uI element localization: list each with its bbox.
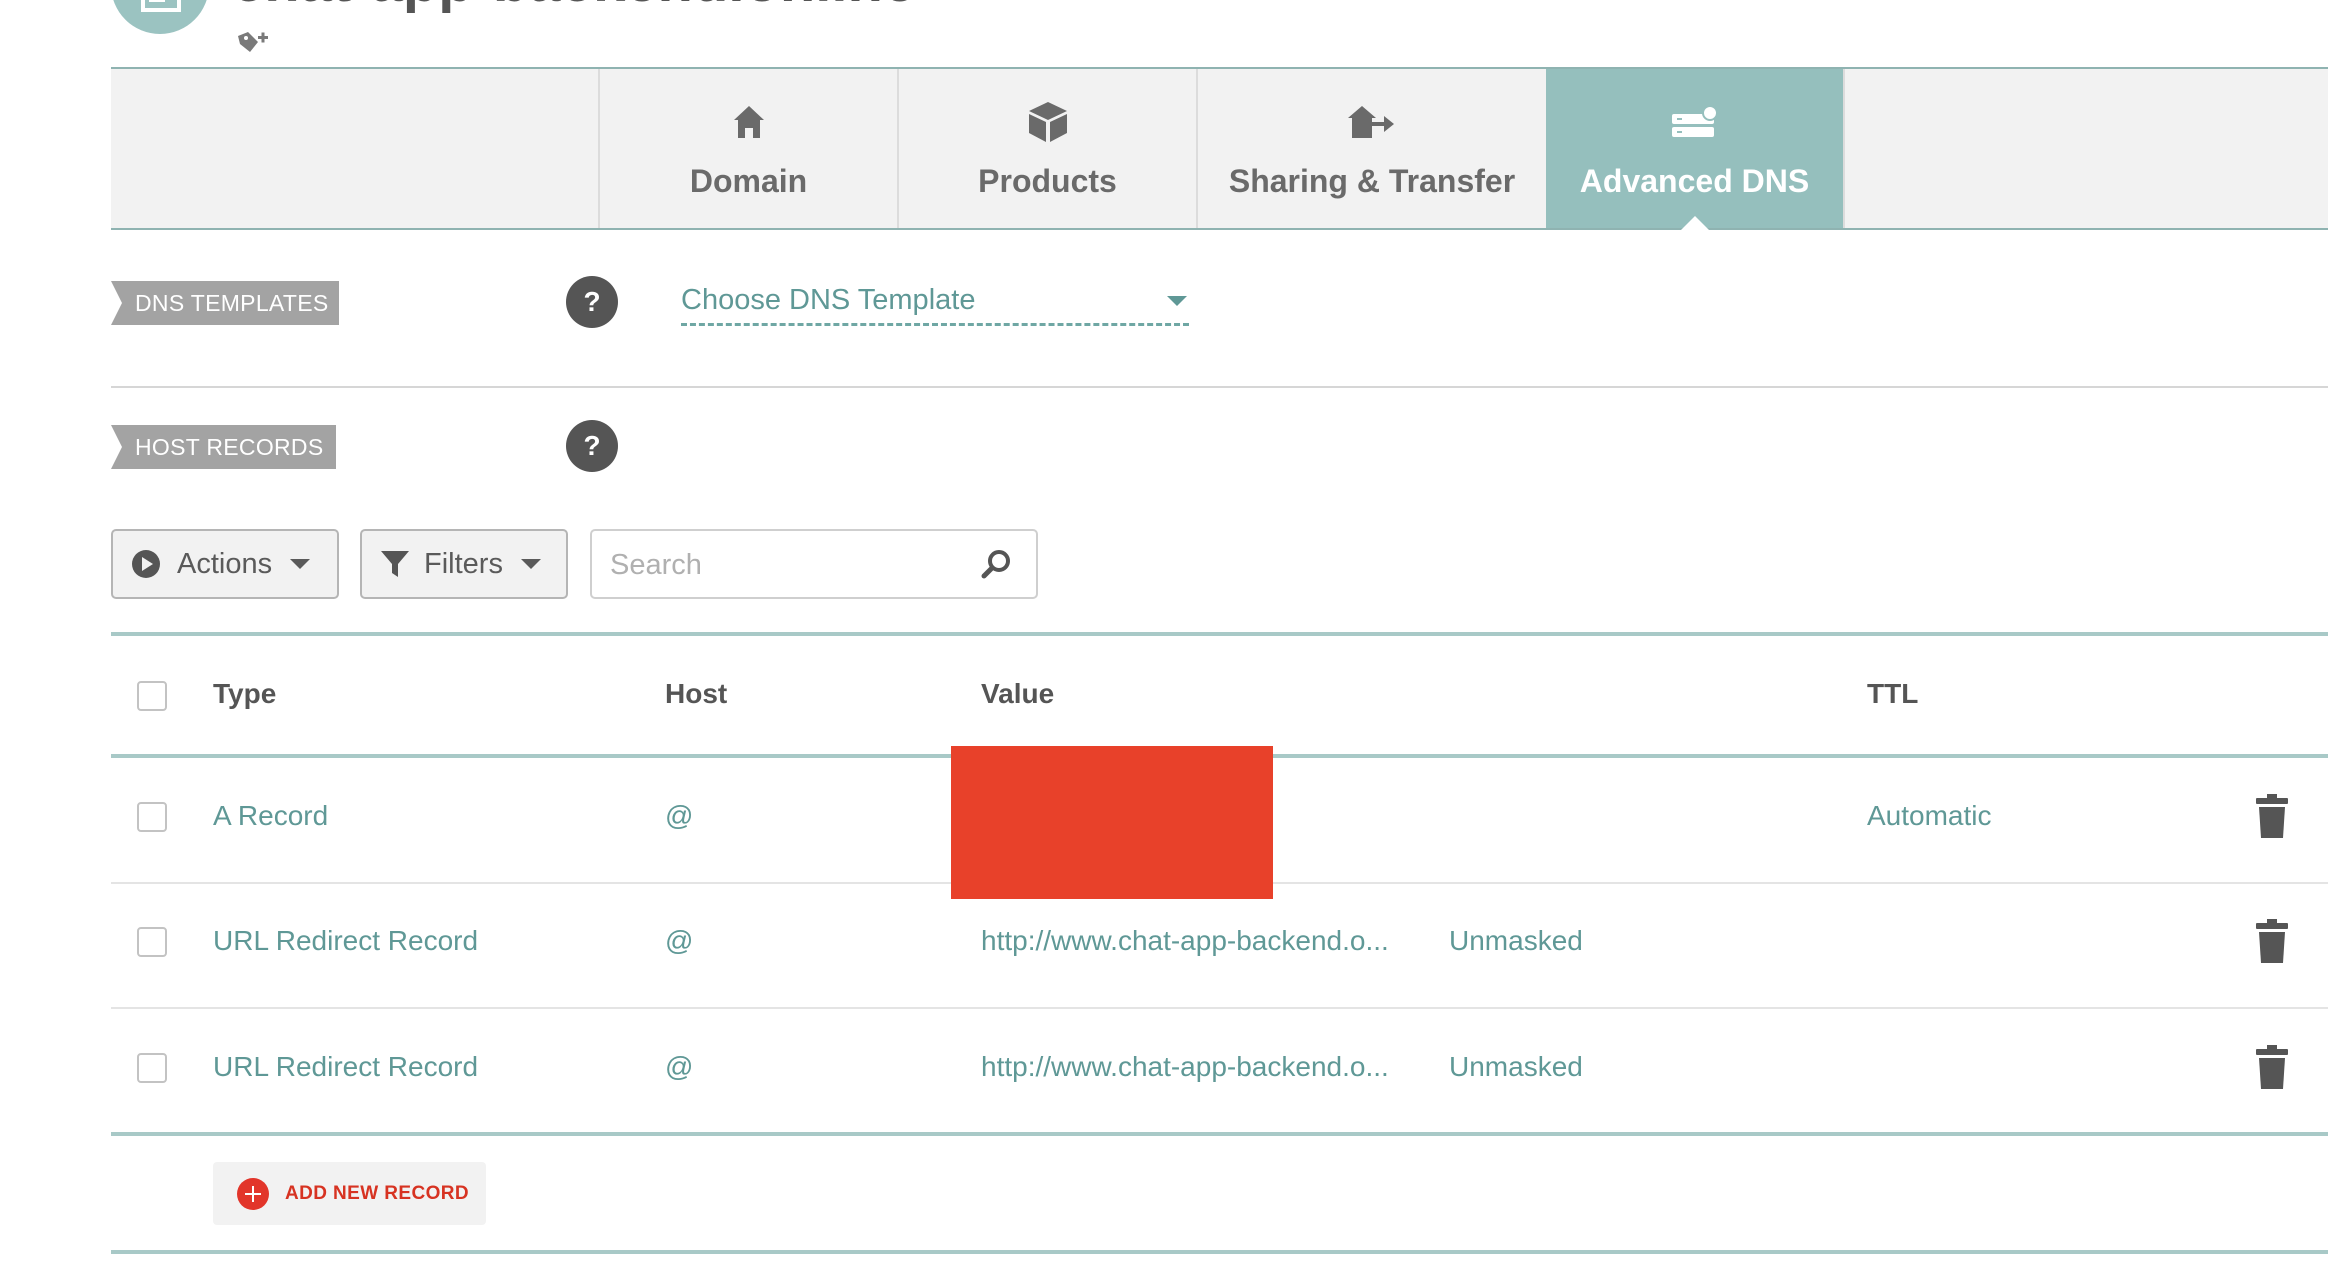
- transfer-icon: [1348, 99, 1396, 145]
- chevron-down-icon: [1167, 296, 1187, 306]
- tab-products-label: Products: [978, 163, 1117, 199]
- table-top-border: [111, 632, 2328, 636]
- play-circle-icon: [132, 550, 160, 578]
- record-host[interactable]: @: [665, 1051, 693, 1083]
- record-value[interactable]: http://www.chat-app-backend.o...: [981, 925, 1389, 957]
- record-redirect-mode[interactable]: Unmasked: [1449, 925, 1583, 957]
- record-host[interactable]: @: [665, 925, 693, 957]
- actions-button-label: Actions: [177, 547, 273, 580]
- record-value[interactable]: http://www.chat-app-backend.o...: [981, 1051, 1389, 1083]
- domain-avatar: [111, 0, 209, 34]
- column-header-value: Value: [981, 678, 1055, 709]
- tab-advanced-dns-label: Advanced DNS: [1579, 163, 1810, 199]
- chevron-down-icon: [520, 559, 541, 569]
- plus-circle-icon: [237, 1177, 269, 1210]
- column-header-ttl: TTL: [1867, 678, 1919, 709]
- record-host[interactable]: @: [665, 800, 693, 832]
- section-bottom-border: [111, 1250, 2328, 1254]
- active-tab-caret: [1680, 216, 1709, 230]
- search-input[interactable]: [608, 543, 972, 587]
- record-redirect-mode[interactable]: Unmasked: [1449, 1051, 1583, 1083]
- tab-domain[interactable]: Domain: [598, 69, 897, 228]
- filters-button[interactable]: Filters: [360, 529, 568, 599]
- select-all-checkbox[interactable]: [137, 681, 167, 711]
- host-records-badge: HOST RECORDS: [111, 425, 336, 469]
- filters-button-label: Filters: [424, 547, 503, 580]
- search-box: [590, 529, 1038, 599]
- chevron-down-icon: [290, 559, 311, 569]
- redaction-box: [951, 746, 1273, 899]
- domain-tab-bar: Domain Products Sharing & Transfer Advan…: [111, 67, 2328, 230]
- tab-advanced-dns[interactable]: Advanced DNS: [1546, 69, 1845, 230]
- section-divider: [111, 386, 2328, 388]
- row-checkbox[interactable]: [137, 927, 167, 957]
- record-type[interactable]: A Record: [213, 800, 328, 832]
- row-divider: [111, 1007, 2328, 1009]
- tab-sharing-transfer[interactable]: Sharing & Transfer: [1196, 69, 1546, 228]
- add-tag-icon[interactable]: [236, 30, 270, 61]
- dns-templates-badge: DNS TEMPLATES: [111, 281, 339, 325]
- search-icon[interactable]: [980, 548, 1012, 580]
- table-bottom-border: [111, 1132, 2328, 1136]
- record-ttl[interactable]: Automatic: [1867, 800, 1992, 832]
- dns-templates-help-button[interactable]: ?: [566, 276, 618, 328]
- add-new-record-button[interactable]: ADD NEW RECORD: [213, 1162, 486, 1225]
- record-type[interactable]: URL Redirect Record: [213, 925, 478, 957]
- tab-sharing-transfer-label: Sharing & Transfer: [1228, 163, 1516, 199]
- trash-icon[interactable]: [2255, 919, 2289, 963]
- filter-icon: [381, 551, 409, 577]
- domain-title: chat-app-backend.online: [232, 0, 915, 15]
- tab-products[interactable]: Products: [897, 69, 1196, 228]
- dns-template-select[interactable]: Choose DNS Template: [681, 280, 1189, 326]
- add-new-record-label: ADD NEW RECORD: [285, 1182, 469, 1204]
- dns-template-select-text: Choose DNS Template: [681, 284, 976, 316]
- row-checkbox[interactable]: [137, 802, 167, 832]
- column-header-host: Host: [665, 678, 728, 709]
- trash-icon[interactable]: [2255, 794, 2289, 838]
- host-records-help-button[interactable]: ?: [566, 420, 618, 472]
- actions-button[interactable]: Actions: [111, 529, 339, 599]
- computer-icon: [141, 0, 181, 12]
- record-type[interactable]: URL Redirect Record: [213, 1051, 478, 1083]
- tab-domain-label: Domain: [689, 163, 808, 199]
- server-icon: [1670, 99, 1720, 145]
- row-checkbox[interactable]: [137, 1053, 167, 1083]
- box-icon: [1027, 99, 1069, 145]
- column-header-type: Type: [213, 678, 277, 709]
- home-icon: [732, 99, 766, 145]
- trash-icon[interactable]: [2255, 1045, 2289, 1089]
